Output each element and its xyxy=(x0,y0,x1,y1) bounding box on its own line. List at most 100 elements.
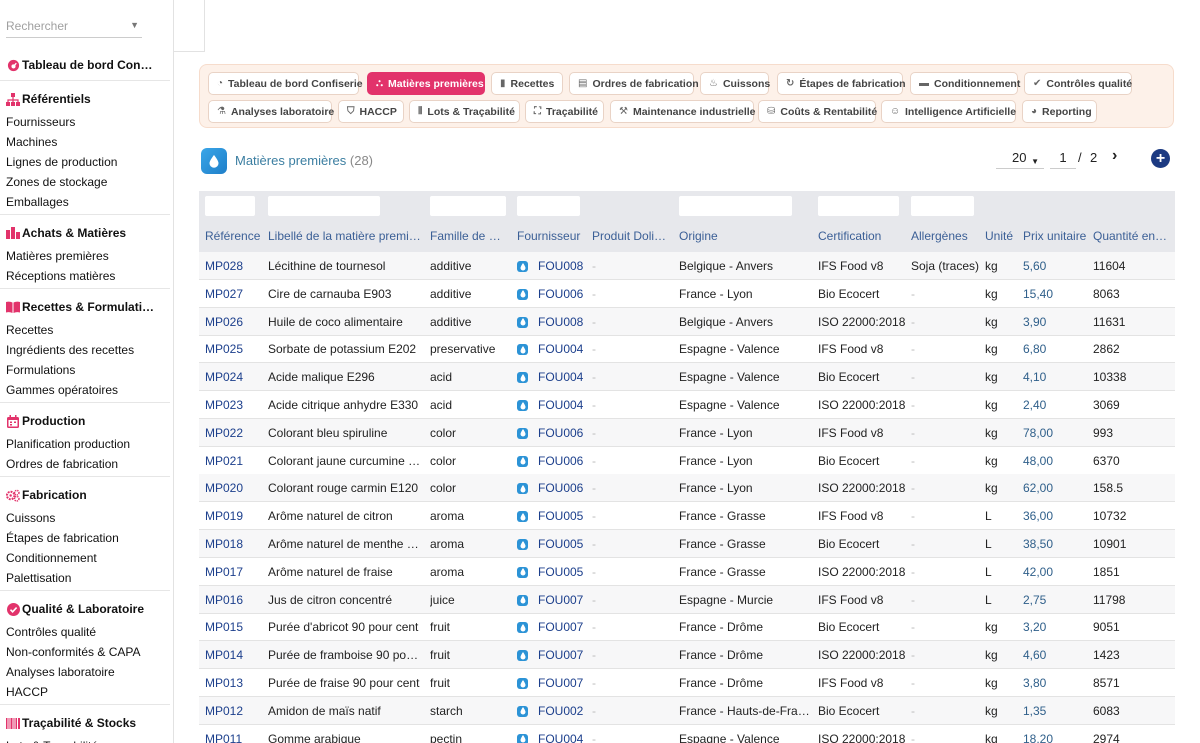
sidebar-item-zones-de-stockage[interactable]: Zones de stockage xyxy=(6,172,168,192)
reference-link[interactable]: MP026 xyxy=(205,315,265,329)
supplier-link[interactable]: FOU004 xyxy=(538,398,589,412)
sidebar-item-fournisseurs[interactable]: Fournisseurs xyxy=(6,112,168,132)
reference-link[interactable]: MP015 xyxy=(205,620,265,634)
column-filter-input[interactable] xyxy=(268,196,380,216)
column-filter-input[interactable] xyxy=(911,196,974,216)
supplier-link[interactable]: FOU006 xyxy=(538,426,589,440)
column-header-prix-unitaire[interactable]: Prix unitaire xyxy=(1023,229,1089,243)
tab-intelligence-artificielle[interactable]: ☺ Intelligence Artificielle xyxy=(881,100,1016,123)
search-input[interactable] xyxy=(6,14,124,38)
column-header-certification[interactable]: Certification xyxy=(818,229,906,243)
tab-maintenance-industrielle[interactable]: ⚒ Maintenance industrielle xyxy=(610,100,756,123)
table-row[interactable]: MP022 Colorant bleu spiruline color FOU006-… xyxy=(199,418,1175,447)
table-row[interactable]: MP025 Sorbate de potassium E202 preservati… xyxy=(199,335,1175,364)
table-row[interactable]: MP023 Acide citrique anhydre E330 acid FOU0… xyxy=(199,391,1175,419)
sidebar-item-cuissons[interactable]: Cuissons xyxy=(6,508,168,528)
column-filter-input[interactable] xyxy=(517,196,580,216)
table-row[interactable]: MP018 Arôme naturel de menthe p… aroma FOU0… xyxy=(199,530,1175,558)
supplier-link[interactable]: FOU006 xyxy=(538,287,589,301)
table-row[interactable]: MP013 Purée de fraise 90 pour cent fruit FO… xyxy=(199,669,1175,697)
reference-link[interactable]: MP023 xyxy=(205,398,265,412)
sidebar-item-recettes[interactable]: Recettes xyxy=(6,320,168,340)
column-filter-input[interactable] xyxy=(205,196,255,216)
sidebar-item-ordres-de-fabrication[interactable]: Ordres de fabrication xyxy=(6,454,168,474)
column-header-unite[interactable]: Unité xyxy=(985,229,1019,243)
sidebar-item-haccp[interactable]: HACCP xyxy=(6,682,168,702)
tab-recettes[interactable]: ▮ Recettes xyxy=(491,72,563,95)
sidebar-section-header[interactable]: Achats & Matières xyxy=(6,224,168,242)
column-filter-input[interactable] xyxy=(818,196,899,216)
column-header-quantite-en[interactable]: Quantité en … xyxy=(1093,229,1169,243)
supplier-link[interactable]: FOU004 xyxy=(538,732,589,743)
tab-lots-tracabilite[interactable]: ⦀ Lots & Traçabilité xyxy=(409,100,520,123)
tab-conditionnement[interactable]: ▬ Conditionnement xyxy=(910,72,1020,95)
tab-controles-qualite[interactable]: ✔ Contrôles qualité xyxy=(1024,72,1132,95)
supplier-link[interactable]: FOU005 xyxy=(538,509,589,523)
page-size-select[interactable]: 20 ▼ xyxy=(996,149,1044,169)
table-row[interactable]: MP015 Purée d'abricot 90 pour cent fruit FO… xyxy=(199,613,1175,642)
sidebar-item-receptions-matieres[interactable]: Réceptions matières xyxy=(6,266,168,286)
reference-link[interactable]: MP019 xyxy=(205,509,265,523)
supplier-link[interactable]: FOU007 xyxy=(538,676,589,690)
table-row[interactable]: MP016 Jus de citron concentré juice FOU007-… xyxy=(199,585,1175,614)
supplier-link[interactable]: FOU006 xyxy=(538,454,589,468)
sidebar-item-matieres-premieres[interactable]: Matières premières xyxy=(6,246,168,266)
tab-cuissons[interactable]: ♨ Cuissons xyxy=(700,72,770,95)
sidebar-section-header[interactable]: Recettes & Formulati… xyxy=(6,298,168,316)
table-row[interactable]: MP012 Amidon de maïs natif starch FOU002- Fr… xyxy=(199,696,1175,725)
sidebar-section-header[interactable]: Qualité & Laboratoire xyxy=(6,600,168,618)
column-header-reference[interactable]: Référence xyxy=(205,229,265,243)
supplier-link[interactable]: FOU002 xyxy=(538,704,589,718)
table-row[interactable]: MP024 Acide malique E296 acid FOU004- Espagn… xyxy=(199,363,1175,392)
sidebar-item-non-conformites-capa[interactable]: Non-conformités & CAPA xyxy=(6,642,168,662)
tab-tracabilite[interactable]: ⛶ Traçabilité xyxy=(525,100,604,123)
supplier-link[interactable]: FOU004 xyxy=(538,370,589,384)
page-number-input[interactable]: 1 xyxy=(1050,149,1076,169)
supplier-link[interactable]: FOU008 xyxy=(538,315,589,329)
tab-haccp[interactable]: ⛉ HACCP xyxy=(338,100,404,123)
reference-link[interactable]: MP028 xyxy=(205,259,265,273)
column-filter-input[interactable] xyxy=(430,196,506,216)
supplier-link[interactable]: FOU007 xyxy=(538,648,589,662)
reference-link[interactable]: MP024 xyxy=(205,370,265,384)
tab-couts-rentabilite[interactable]: ⛁ Coûts & Rentabilité xyxy=(758,100,877,123)
sidebar-item-etapes-de-fabrication[interactable]: Étapes de fabrication xyxy=(6,528,168,548)
sidebar-section-header[interactable]: Tableau de bord Con… xyxy=(6,56,168,74)
sidebar-item-formulations[interactable]: Formulations xyxy=(6,360,168,380)
reference-link[interactable]: MP018 xyxy=(205,537,265,551)
reference-link[interactable]: MP027 xyxy=(205,287,265,301)
reference-link[interactable]: MP013 xyxy=(205,676,265,690)
sidebar-item-lignes-de-production[interactable]: Lignes de production xyxy=(6,152,168,172)
table-row[interactable]: MP020 Colorant rouge carmin E120 color FOU0… xyxy=(199,474,1175,503)
supplier-link[interactable]: FOU005 xyxy=(538,537,589,551)
reference-link[interactable]: MP016 xyxy=(205,593,265,607)
table-row[interactable]: MP019 Arôme naturel de citron aroma FOU005-… xyxy=(199,502,1175,531)
column-header-libelle-de-la-matiere-premiere[interactable]: Libellé de la matière première xyxy=(268,229,424,243)
table-row[interactable]: MP021 Colorant jaune curcumine E… color FOU… xyxy=(199,447,1175,475)
reference-link[interactable]: MP025 xyxy=(205,342,265,356)
sidebar-item-emballages[interactable]: Emballages xyxy=(6,192,168,212)
reference-link[interactable]: MP021 xyxy=(205,454,265,468)
sidebar-section-header[interactable]: Référentiels xyxy=(6,90,168,108)
sidebar-item-palettisation[interactable]: Palettisation xyxy=(6,568,168,588)
tab-tableau-de-bord-confiserie[interactable]: ◔ Tableau de bord Confiserie xyxy=(208,72,363,95)
sidebar-item-controles-qualite[interactable]: Contrôles qualité xyxy=(6,622,168,642)
supplier-link[interactable]: FOU007 xyxy=(538,593,589,607)
table-row[interactable]: MP014 Purée de framboise 90 pour… fruit FOU… xyxy=(199,641,1175,670)
sidebar-section-header[interactable]: Production xyxy=(6,412,168,430)
reference-link[interactable]: MP012 xyxy=(205,704,265,718)
column-header-fournisseur[interactable]: Fournisseur xyxy=(517,229,589,243)
tab-ordres-de-fabrication[interactable]: ▤ Ordres de fabrication xyxy=(569,72,699,95)
column-header-origine[interactable]: Origine xyxy=(679,229,814,243)
column-filter-input[interactable] xyxy=(679,196,792,216)
supplier-link[interactable]: FOU006 xyxy=(538,481,589,495)
supplier-link[interactable]: FOU008 xyxy=(538,259,589,273)
tab-analyses-laboratoire[interactable]: ⚗ Analyses laboratoire xyxy=(208,100,334,123)
sidebar-item-planification-production[interactable]: Planification production xyxy=(6,434,168,454)
reference-link[interactable]: MP017 xyxy=(205,565,265,579)
sidebar-item-conditionnement[interactable]: Conditionnement xyxy=(6,548,168,568)
table-row[interactable]: MP017 Arôme naturel de fraise aroma FOU005-… xyxy=(199,558,1175,586)
supplier-link[interactable]: FOU007 xyxy=(538,620,589,634)
column-header-famille-de-m[interactable]: Famille de m… xyxy=(430,229,510,243)
reference-link[interactable]: MP014 xyxy=(205,648,265,662)
